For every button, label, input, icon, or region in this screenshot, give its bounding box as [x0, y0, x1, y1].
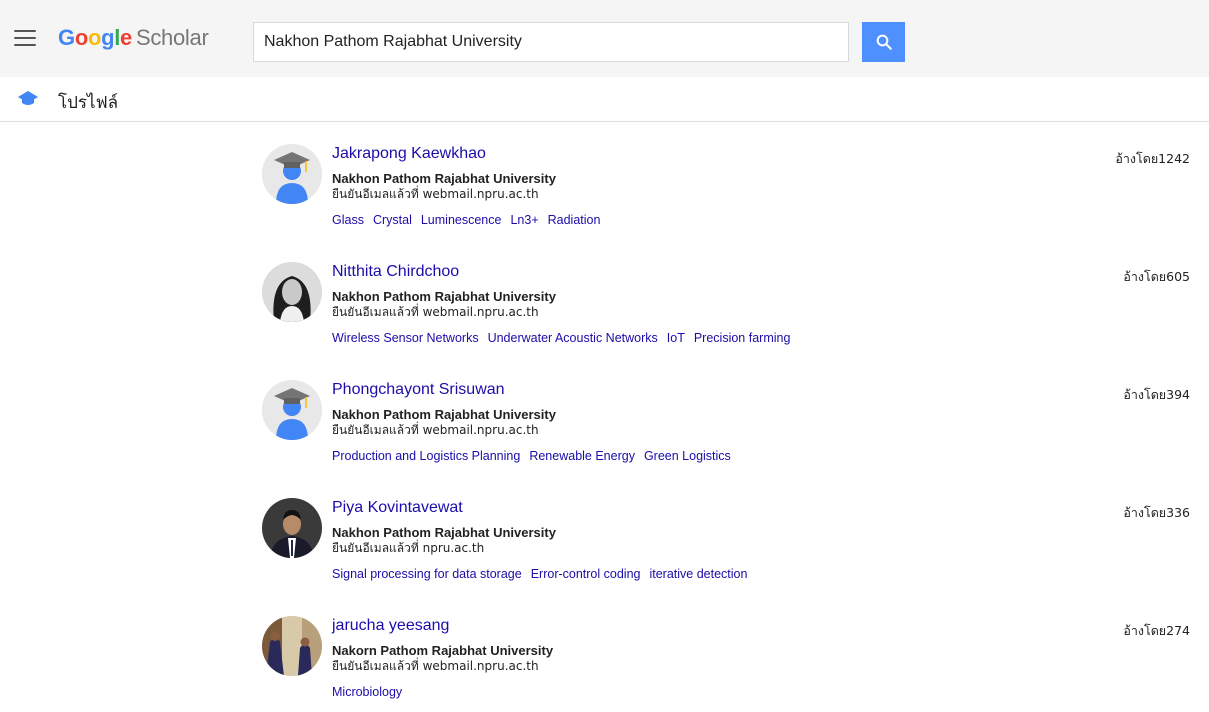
result-row: Jakrapong Kaewkhao Nakhon Pathom Rajabha…	[0, 122, 1209, 240]
profile-photo[interactable]	[262, 616, 322, 676]
profiles-subnav: โปรไฟล์	[0, 77, 1209, 122]
affiliation: Nakhon Pathom Rajabhat University	[332, 407, 556, 422]
page-title: โปรไฟล์	[58, 93, 119, 113]
affiliation: Nakhon Pathom Rajabhat University	[332, 171, 556, 186]
top-bar: Google Scholar	[0, 0, 1209, 77]
cited-by-count: อ้างโดย605	[1123, 269, 1190, 284]
interest-tag[interactable]: Microbiology	[332, 685, 402, 699]
default-avatar[interactable]	[262, 144, 322, 204]
logo-letter: G	[58, 25, 75, 50]
verified-email: ยืนยันอีเมลแล้วที่ npru.ac.th	[332, 541, 485, 555]
affiliation: Nakorn Pathom Rajabhat University	[332, 643, 554, 658]
default-avatar[interactable]	[262, 380, 322, 440]
interest-tags: Signal processing for data storage Error-…	[332, 565, 756, 583]
google-scholar-logo[interactable]: Google Scholar	[58, 25, 209, 51]
interest-tag[interactable]: iterative detection	[649, 567, 747, 581]
verified-email: ยืนยันอีเมลแล้วที่ webmail.npru.ac.th	[332, 659, 539, 673]
result-row: Piya Kovintavewat Nakhon Pathom Rajabhat…	[0, 476, 1209, 594]
logo-letter: g	[101, 25, 115, 50]
interest-tags: Microbiology	[332, 683, 411, 701]
interest-tag[interactable]: Luminescence	[421, 213, 502, 227]
interest-tag[interactable]: Precision farming	[694, 331, 791, 345]
verified-email: ยืนยันอีเมลแล้วที่ webmail.npru.ac.th	[332, 305, 539, 319]
interest-tag[interactable]: Glass	[332, 213, 364, 227]
interest-tag[interactable]: Underwater Acoustic Networks	[488, 331, 658, 345]
interest-tag[interactable]: Radiation	[548, 213, 601, 227]
result-row: Nitthita Chirdchoo Nakhon Pathom Rajabha…	[0, 240, 1209, 358]
affiliation: Nakhon Pathom Rajabhat University	[332, 289, 556, 304]
interest-tags: Wireless Sensor Networks Underwater Acous…	[332, 329, 799, 347]
cited-by-count: อ้างโดย274	[1123, 623, 1190, 638]
interest-tag[interactable]: Green Logistics	[644, 449, 731, 463]
verified-email: ยืนยันอีเมลแล้วที่ webmail.npru.ac.th	[332, 423, 539, 437]
result-row: Phongchayont Srisuwan Nakhon Pathom Raja…	[0, 358, 1209, 476]
interest-tag[interactable]: Error-control coding	[531, 567, 641, 581]
interest-tag[interactable]: Renewable Energy	[529, 449, 635, 463]
hamburger-menu-icon[interactable]	[14, 30, 36, 48]
cited-by-count: อ้างโดย1242	[1115, 151, 1190, 166]
result-row: jarucha yeesang Nakorn Pathom Rajabhat U…	[0, 594, 1209, 712]
profile-name-link[interactable]: jarucha yeesang	[332, 617, 449, 635]
cited-by-count: อ้างโดย394	[1123, 387, 1190, 402]
search-icon	[876, 34, 892, 50]
interest-tag[interactable]: Ln3+	[510, 213, 538, 227]
interest-tag[interactable]: Crystal	[373, 213, 412, 227]
profile-name-link[interactable]: Jakrapong Kaewkhao	[332, 145, 486, 163]
interest-tags: Glass Crystal Luminescence Ln3+ Radiation	[332, 211, 609, 229]
graduation-cap-icon	[18, 91, 38, 105]
interest-tags: Production and Logistics Planning Renewab…	[332, 447, 740, 465]
logo-letter: e	[120, 25, 132, 50]
profile-name-link[interactable]: Phongchayont Srisuwan	[332, 381, 505, 399]
logo-letter: o	[87, 25, 102, 50]
profile-name-link[interactable]: Piya Kovintavewat	[332, 499, 463, 517]
interest-tag[interactable]: IoT	[667, 331, 685, 345]
profile-photo[interactable]	[262, 498, 322, 558]
interest-tag[interactable]: Production and Logistics Planning	[332, 449, 520, 463]
logo-letter: o	[74, 25, 88, 50]
search-input[interactable]	[253, 22, 849, 62]
verified-email: ยืนยันอีเมลแล้วที่ webmail.npru.ac.th	[332, 187, 539, 201]
affiliation: Nakhon Pathom Rajabhat University	[332, 525, 556, 540]
logo-product-text: Scholar	[135, 25, 209, 50]
profile-photo[interactable]	[262, 262, 322, 322]
logo-brand-text: Google	[58, 25, 132, 50]
profile-name-link[interactable]: Nitthita Chirdchoo	[332, 263, 459, 281]
interest-tag[interactable]: Wireless Sensor Networks	[332, 331, 479, 345]
cited-by-count: อ้างโดย336	[1123, 505, 1190, 520]
search-button[interactable]	[862, 22, 905, 62]
interest-tag[interactable]: Signal processing for data storage	[332, 567, 522, 581]
